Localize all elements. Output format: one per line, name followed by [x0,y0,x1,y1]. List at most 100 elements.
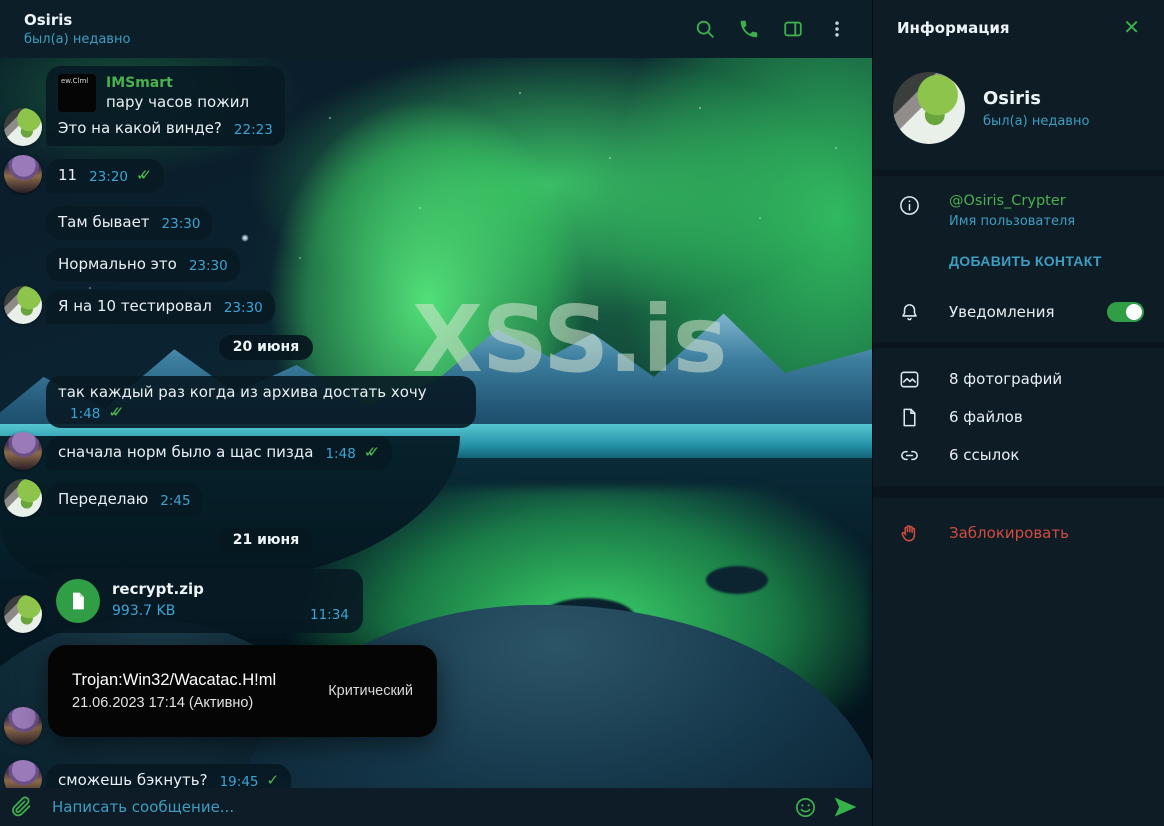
reply-thumbnail: ew.Clml [58,74,96,112]
message-row: Переделаю 2:45 [4,479,203,517]
message-bubble[interactable]: recrypt.zip 993.7 KB 11:34 [46,569,363,633]
attach-button[interactable] [6,792,36,822]
shared-links-row[interactable]: 6 ссылок [873,436,1164,474]
message-row: 11 23:20 ✓✓ [4,155,165,193]
message-bubble[interactable]: Переделаю 2:45 [46,483,203,517]
shared-files-row[interactable]: 6 файлов [873,398,1164,436]
date-separator-row: 20 июня [4,335,528,360]
message-bubble[interactable]: сначала норм было а щас пизда 1:48 ✓✓ [46,436,392,470]
info-panel-header: Информация ✕ [873,0,1164,56]
message-text: 11 [58,166,78,184]
avatar-mushroom[interactable] [4,707,42,745]
attach-icon [9,795,33,819]
message-time: 11:34 [310,607,349,623]
reply-text: пару часов пожил [106,93,250,111]
menu-button[interactable] [820,12,854,46]
add-contact-button[interactable]: ДОБАВИТЬ КОНТАКТ [949,253,1102,269]
search-icon [694,18,716,40]
username-label: Имя пользователя [949,214,1076,229]
reply-quote[interactable]: ew.Clml IMSmart пару часов пожил [58,74,273,112]
message-row: сначала норм было а щас пизда 1:48 ✓✓ [4,432,392,470]
message-text: так каждый раз когда из архива достать х… [58,383,427,401]
avatar-spacer [4,390,42,428]
avatar-mushroom[interactable] [4,155,42,193]
shared-files-label: 6 файлов [949,408,1023,426]
details-section: @Osiris_Crypter Имя пользователя ДОБАВИТ… [873,176,1164,342]
emoji-icon [794,796,817,819]
shared-photos-label: 8 фотографий [949,370,1063,388]
message-bubble[interactable]: 11 23:20 ✓✓ [46,159,165,193]
date-separator[interactable]: 21 июня [218,528,314,553]
threat-severity: Критический [328,683,413,699]
notifications-row[interactable]: Уведомления [873,299,1164,324]
read-ticks: ✓ [266,771,280,788]
message-time: 23:20 [89,169,128,185]
emoji-button[interactable] [790,792,820,822]
username-value: @Osiris_Crypter [949,193,1066,209]
actions-section: Заблокировать [873,498,1164,826]
date-separator-row: 21 июня [4,528,528,553]
avatar-mushroom[interactable] [4,760,42,788]
message-bubble[interactable]: Я на 10 тестировал 23:30 [46,290,275,324]
avatar-osiris[interactable] [4,479,42,517]
message-bubble[interactable]: так каждый раз когда из архива достать х… [46,376,476,428]
message-input[interactable] [52,798,790,816]
chat-peer-info[interactable]: Osiris был(а) недавно [24,11,130,48]
avatar-spacer [4,202,42,240]
file-name: recrypt.zip [112,580,204,598]
profile-status: был(а) недавно [983,114,1090,129]
message-time: 19:45 [219,774,259,788]
message-time: 1:48 [325,446,356,462]
message-bubble[interactable]: Там бывает 23:30 [46,206,213,240]
message-text: Переделаю [58,490,149,508]
shared-photos-row[interactable]: 8 фотографий [873,360,1164,398]
avatar-osiris[interactable] [4,286,42,324]
avatar-mushroom[interactable] [4,432,42,470]
toggle-info-panel-button[interactable] [776,12,810,46]
call-button[interactable] [732,12,766,46]
message-text: Там бывает [58,213,150,231]
username-row[interactable]: @Osiris_Crypter Имя пользователя [873,192,1164,229]
notifications-toggle[interactable] [1107,301,1144,322]
message-bubble[interactable]: ew.Clml IMSmart пару часов пожил Это на как… [46,66,285,146]
kebab-menu-icon [827,19,847,39]
read-ticks: ✓✓ [363,443,380,461]
info-panel-title: Информация [897,19,1010,37]
block-user-row[interactable]: Заблокировать [873,520,1164,545]
message-text: сначала норм было а щас пизда [58,443,314,461]
message-time: 1:48 [70,406,101,422]
message-time: 23:30 [161,216,201,232]
message-time: 23:30 [223,300,263,316]
split-view-icon [782,18,804,40]
file-size: 993.7 KB [112,603,176,619]
files-icon [897,406,921,429]
defender-alert[interactable]: Trojan:Win32/Wacatac.H!ml 21.06.2023 17:1… [48,645,437,737]
message-time: 22:23 [233,122,273,138]
chat-header: Osiris был(а) недавно [0,0,872,58]
avatar-osiris[interactable] [4,108,42,146]
photos-icon [897,368,921,391]
message-row: Там бывает 23:30 [4,202,213,240]
send-button[interactable] [830,792,860,822]
message-row: так каждый раз когда из архива достать х… [4,376,476,428]
read-ticks: ✓✓ [136,166,153,184]
message-row: ew.Clml IMSmart пару часов пожил Это на как… [4,66,285,146]
composer-bar [0,788,872,826]
reply-author: IMSmart [106,75,173,91]
message-bubble[interactable]: Нормально это 23:30 [46,248,240,282]
message-time: 23:30 [188,258,228,274]
shared-media-section: 8 фотографий 6 файлов 6 ссылок [873,348,1164,486]
search-button[interactable] [688,12,722,46]
file-download-button[interactable] [56,579,100,623]
avatar-osiris[interactable] [4,595,42,633]
message-bubble[interactable]: сможешь бэкнуть? 19:45 ✓ [46,764,292,788]
chat-pane: Osiris был(а) недавно XSS.is ew.Clml IMS… [0,0,872,826]
message-text: Нормально это [58,255,177,273]
telegram-window: Osiris был(а) недавно XSS.is ew.Clml IMS… [0,0,1164,826]
chat-status: был(а) недавно [24,31,131,47]
date-separator[interactable]: 20 июня [218,335,314,360]
shared-links-label: 6 ссылок [949,446,1020,464]
message-text: сможешь бэкнуть? [58,771,208,788]
profile-avatar[interactable] [893,72,965,144]
close-panel-button[interactable]: ✕ [1119,14,1144,42]
